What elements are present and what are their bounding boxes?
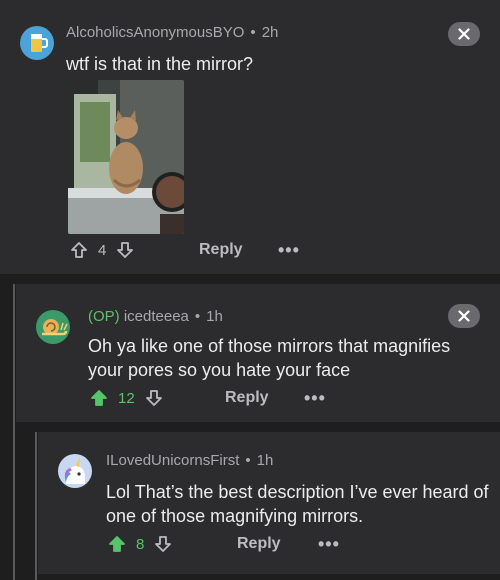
- comment: (OP) icedteeea • 1h Oh ya like one of thos…: [16, 284, 500, 422]
- more-options-button[interactable]: •••: [304, 386, 326, 410]
- comment-meta: ILovedUnicornsFirst • 1h: [106, 452, 273, 469]
- vote-actions: 4: [70, 238, 134, 262]
- separator-dot: •: [250, 24, 256, 41]
- close-button[interactable]: [448, 22, 480, 46]
- downvote-arrow-icon: [145, 390, 162, 406]
- downvote-button[interactable]: [154, 535, 172, 553]
- avatar-unicorn-icon[interactable]: [58, 454, 92, 488]
- reply-button[interactable]: Reply: [225, 386, 269, 410]
- downvote-arrow-icon: [155, 536, 172, 552]
- close-icon: [458, 310, 470, 322]
- reply-button[interactable]: Reply: [237, 532, 281, 556]
- vote-count: 4: [98, 241, 107, 259]
- op-tag: (OP): [88, 308, 120, 325]
- upvote-button[interactable]: [90, 389, 108, 407]
- more-options-button[interactable]: •••: [278, 238, 300, 262]
- downvote-button[interactable]: [116, 241, 134, 259]
- comment-body: Lol That’s the best description I’ve eve…: [106, 482, 489, 526]
- upvote-arrow-icon: [71, 242, 87, 258]
- avatar-snail-icon[interactable]: [36, 310, 70, 344]
- vote-count: 12: [118, 389, 135, 407]
- more-icon: •••: [318, 533, 340, 554]
- upvote-button[interactable]: [70, 241, 88, 259]
- reply-label: Reply: [237, 535, 281, 552]
- comment: ILovedUnicornsFirst • 1h Lol That’s the be…: [38, 432, 500, 574]
- more-icon: •••: [304, 387, 326, 408]
- author-name[interactable]: icedteeea: [124, 308, 189, 325]
- vote-actions: 8: [108, 532, 172, 556]
- vote-actions: 12: [90, 386, 163, 410]
- more-icon: •••: [278, 239, 300, 260]
- timestamp: 1h: [206, 308, 223, 325]
- upvote-button[interactable]: [108, 535, 126, 553]
- separator-dot: •: [245, 452, 251, 469]
- comment: AlcoholicsAnonymousBYO • 2h wtf is that in…: [0, 0, 500, 274]
- close-button[interactable]: [448, 304, 480, 328]
- avatar-beer-icon[interactable]: [20, 26, 54, 60]
- upvote-arrow-icon: [109, 536, 125, 552]
- thread-line[interactable]: [35, 432, 37, 580]
- comment-body: wtf is that in the mirror?: [66, 54, 254, 74]
- comment-meta: AlcoholicsAnonymousBYO • 2h: [66, 24, 278, 41]
- vote-count: 8: [136, 535, 145, 553]
- separator-dot: •: [194, 308, 201, 325]
- reply-button[interactable]: Reply: [199, 238, 243, 262]
- comment-image[interactable]: [68, 80, 184, 234]
- thread-line[interactable]: [13, 284, 15, 580]
- close-icon: [458, 28, 470, 40]
- more-options-button[interactable]: •••: [318, 532, 340, 556]
- author-name[interactable]: AlcoholicsAnonymousBYO: [66, 24, 244, 41]
- timestamp: 1h: [256, 452, 274, 469]
- author-name[interactable]: ILovedUnicornsFirst: [106, 452, 239, 469]
- downvote-button[interactable]: [145, 389, 163, 407]
- downvote-arrow-icon: [117, 242, 134, 258]
- reply-label: Reply: [225, 389, 269, 406]
- reply-label: Reply: [199, 241, 243, 258]
- comment-body: Oh ya like one of those mirrors that mag…: [88, 336, 451, 380]
- upvote-arrow-icon: [91, 390, 107, 406]
- timestamp: 2h: [261, 24, 279, 41]
- comment-meta: (OP) icedteeea • 1h: [88, 308, 223, 325]
